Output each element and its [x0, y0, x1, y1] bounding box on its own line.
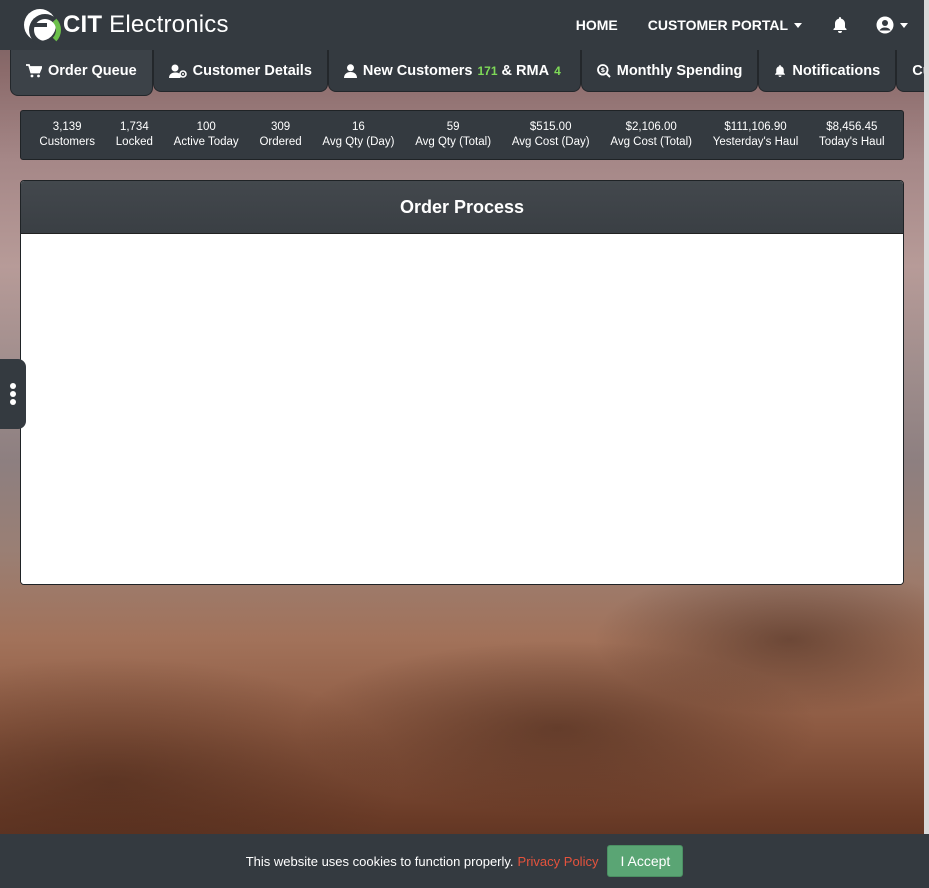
main-tabs: Order Queue Customer Details New Custome…	[10, 50, 924, 96]
new-customers-count: 171	[477, 63, 498, 78]
panel-body	[21, 234, 903, 584]
stats-bar: 3,139 Customers 1,734 Locked 100 Active Tod…	[20, 110, 904, 160]
side-menu-handle[interactable]	[0, 359, 26, 429]
tab-label: Monthly Spending	[616, 62, 743, 79]
user-menu[interactable]	[876, 16, 908, 34]
tab-customer-details[interactable]: Customer Details	[152, 50, 328, 92]
stat-todays-haul: $8,456.45 Today's Haul	[819, 121, 885, 148]
tab-label: Order Queue	[48, 62, 137, 79]
more-vertical-icon-dot	[10, 391, 16, 397]
stat-avg-cost-day: $515.00 Avg Cost (Day)	[511, 121, 590, 148]
user-icon	[343, 63, 357, 78]
tab-label: New Customers	[362, 62, 473, 79]
accept-cookies-button[interactable]: I Accept	[607, 845, 684, 877]
order-process-panel: Order Process	[20, 180, 904, 585]
rma-count: 4	[554, 63, 561, 78]
stat-avg-qty-total: 59 Avg Qty (Total)	[415, 121, 492, 148]
panel-title: Order Process	[21, 181, 903, 234]
bell-icon[interactable]	[832, 16, 848, 34]
svg-text:$: $	[600, 66, 605, 74]
cookie-text: This website uses cookies to function pr…	[245, 853, 514, 869]
cart-icon	[26, 63, 42, 78]
tab-new-customers[interactable]: New Customers 171 & RMA 4	[327, 50, 581, 92]
bell-icon	[774, 64, 786, 78]
tab-label: Customers	[912, 62, 924, 79]
stat-yesterdays-haul: $111,106.90 Yesterday's Haul	[712, 121, 799, 148]
tab-label: Customer Details	[192, 62, 312, 79]
stat-locked: 1,734 Locked	[115, 121, 153, 148]
tab-label: Notifications	[792, 62, 881, 79]
tab-notifications[interactable]: Notifications	[758, 50, 897, 92]
tab-monthly-spending[interactable]: $ Monthly Spending	[580, 50, 759, 92]
more-vertical-icon-dot	[10, 399, 16, 405]
user-gear-icon	[168, 64, 187, 78]
tab-customers[interactable]: Customers	[896, 50, 924, 92]
scrollbar[interactable]	[924, 0, 929, 834]
brand-name: CIT Electronics	[63, 11, 229, 38]
stat-customers: 3,139 Customers	[39, 121, 95, 148]
stat-avg-cost-total: $2,106.00 Avg Cost (Total)	[610, 121, 692, 148]
nav-home[interactable]: HOME	[576, 17, 618, 33]
stat-active-today: 100 Active Today	[173, 121, 239, 148]
cookie-banner: This website uses cookies to function pr…	[0, 834, 929, 888]
user-circle-icon	[876, 16, 894, 34]
privacy-policy-link[interactable]: Privacy Policy	[518, 854, 599, 869]
tab-order-queue[interactable]: Order Queue	[10, 50, 153, 96]
brand-logo-icon	[24, 9, 61, 46]
brand[interactable]: CIT Electronics	[24, 9, 229, 46]
top-navbar: CIT Electronics HOME CUSTOMER PORTAL	[0, 0, 924, 50]
stat-ordered: 309 Ordered	[259, 121, 302, 148]
more-vertical-icon	[10, 383, 16, 389]
chevron-down-icon	[900, 22, 908, 28]
tab-label-rma: & RMA	[501, 62, 550, 79]
nav-customer-portal[interactable]: CUSTOMER PORTAL	[648, 17, 802, 33]
chevron-down-icon	[794, 22, 802, 28]
magnify-dollar-icon: $	[596, 63, 611, 78]
nav-customer-portal-label: CUSTOMER PORTAL	[647, 17, 788, 33]
stat-avg-qty-day: 16 Avg Qty (Day)	[322, 121, 395, 148]
